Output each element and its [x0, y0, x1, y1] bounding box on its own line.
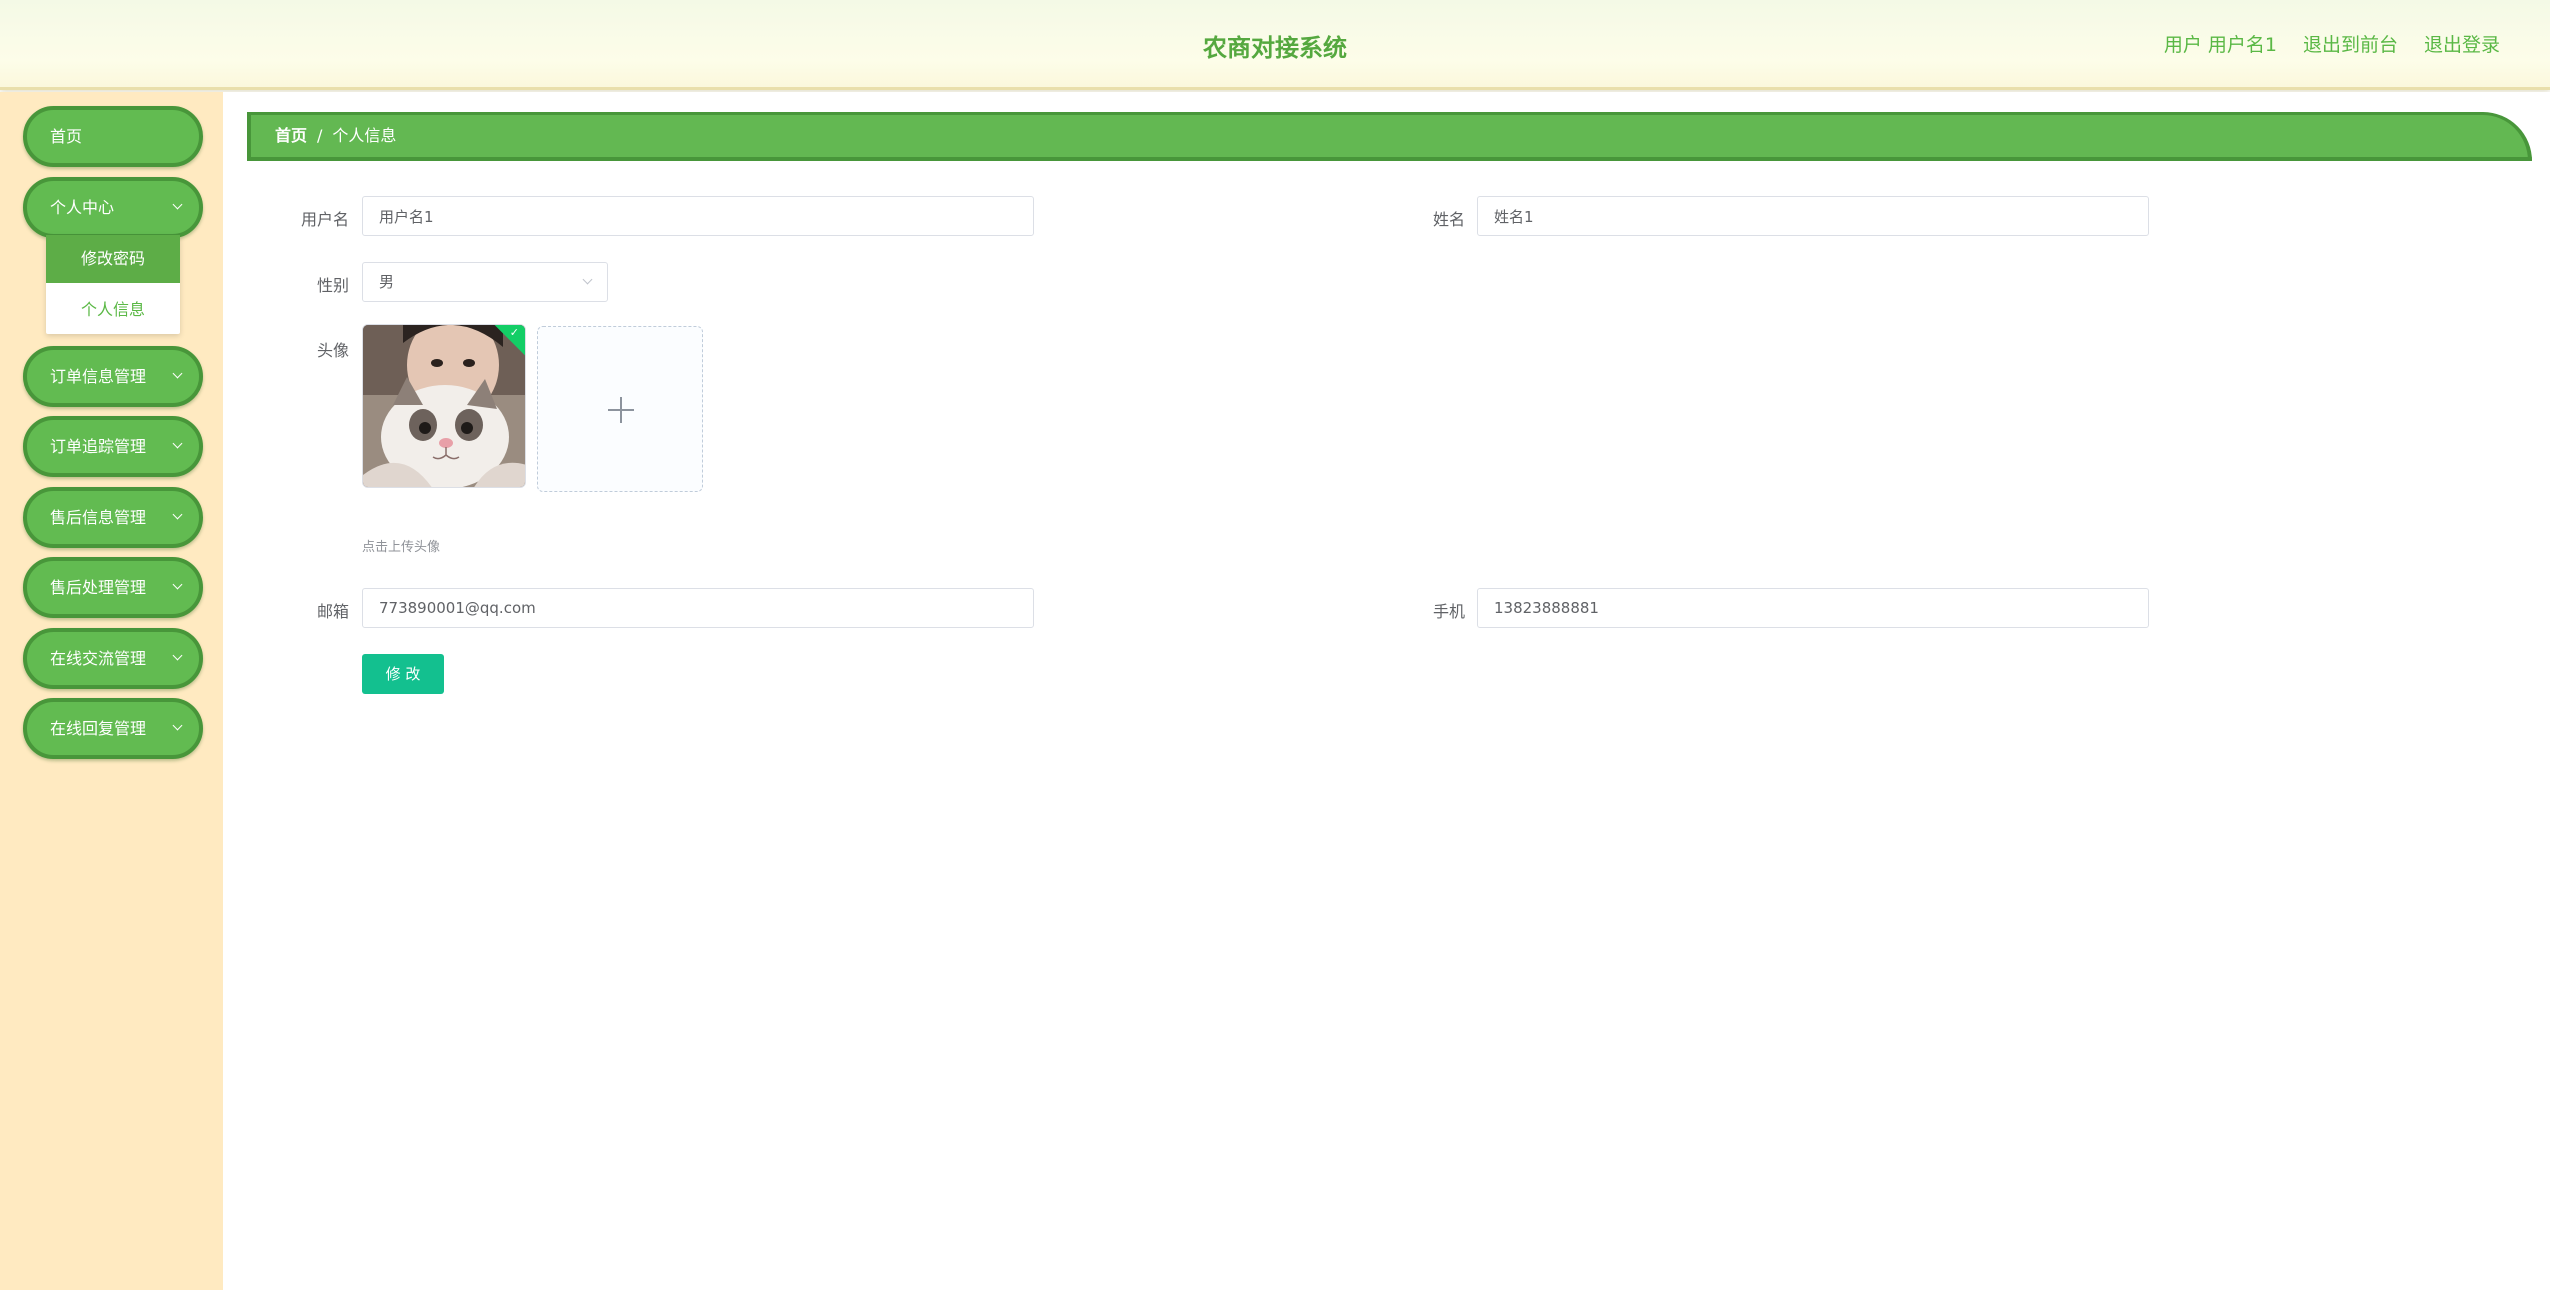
- sidebar-item-online-reply[interactable]: 在线回复管理: [23, 698, 203, 759]
- chevron-down-icon: [172, 650, 183, 661]
- sidebar-item-personal-center[interactable]: 个人中心: [23, 177, 203, 238]
- gender-select[interactable]: 男: [362, 262, 608, 302]
- name-label: 姓名: [1432, 210, 1465, 229]
- sidebar-item-home[interactable]: 首页: [23, 106, 203, 167]
- sidebar-item-order-info[interactable]: 订单信息管理: [23, 346, 203, 407]
- username-field[interactable]: [362, 196, 1034, 236]
- sidebar-item-after-sales-handling[interactable]: 售后处理管理: [23, 557, 203, 618]
- breadcrumb-separator: /: [317, 126, 323, 145]
- breadcrumb-home[interactable]: 首页: [275, 126, 307, 145]
- chevron-down-icon: [172, 579, 183, 590]
- breadcrumb-bar: 首页 / 个人信息: [247, 112, 2532, 161]
- check-icon: ✓: [509, 326, 519, 339]
- sidebar-item-label: 个人中心: [50, 198, 115, 217]
- sidebar-item-label: 在线回复管理: [50, 719, 147, 738]
- chevron-down-icon: [172, 438, 183, 449]
- avatar-thumbnail[interactable]: ✓: [362, 324, 526, 488]
- current-user-label: 用户 用户名1: [2163, 34, 2277, 56]
- logout-link[interactable]: 退出登录: [2424, 30, 2500, 57]
- sidebar-item-order-tracking[interactable]: 订单追踪管理: [23, 416, 203, 477]
- sidebar-item-online-chat[interactable]: 在线交流管理: [23, 628, 203, 689]
- top-header: 农商对接系统 用户 用户名1 退出到前台 退出登录: [0, 0, 2550, 90]
- submenu-item-change-password[interactable]: 修改密码: [46, 235, 180, 283]
- sidebar-item-label: 售后处理管理: [50, 578, 147, 597]
- avatar-upload-button[interactable]: [537, 326, 703, 492]
- sidebar-item-after-sales-info[interactable]: 售后信息管理: [23, 487, 203, 548]
- avatar-label: 头像: [316, 341, 349, 360]
- sidebar-item-label: 售后信息管理: [50, 508, 147, 527]
- chevron-down-icon: [172, 199, 183, 210]
- chevron-down-icon: [172, 368, 183, 379]
- phone-label: 手机: [1432, 602, 1465, 621]
- header-actions: 用户 用户名1 退出到前台 退出登录: [2164, 30, 2500, 57]
- sidebar-item-label: 订单信息管理: [50, 367, 147, 386]
- breadcrumb: 首页 / 个人信息: [275, 115, 396, 157]
- email-label: 邮箱: [316, 602, 349, 621]
- plus-icon: [620, 397, 622, 423]
- sidebar-item-label: 首页: [50, 127, 83, 146]
- submit-button[interactable]: 修 改: [362, 654, 444, 694]
- name-field[interactable]: [1477, 196, 2149, 236]
- email-field[interactable]: [362, 588, 1034, 628]
- sidebar-item-label: 在线交流管理: [50, 649, 147, 668]
- avatar-image: [363, 325, 525, 487]
- personal-center-submenu: 修改密码 个人信息: [46, 235, 180, 334]
- username-label: 用户名: [300, 210, 349, 229]
- submenu-item-personal-info[interactable]: 个人信息: [46, 286, 180, 334]
- chevron-down-icon: [172, 509, 183, 520]
- gender-selected-value: 男: [379, 273, 395, 291]
- gender-label: 性别: [316, 276, 349, 295]
- main-content: 首页 / 个人信息 用户名 姓名 性别 男 头像: [223, 92, 2550, 1290]
- chevron-down-icon: [582, 274, 593, 285]
- breadcrumb-current: 个人信息: [332, 126, 397, 145]
- sidebar-item-label: 订单追踪管理: [50, 437, 147, 456]
- sidebar: 首页 个人中心 修改密码 个人信息 订单信息管理 订单追踪管理 售后信息管理 售…: [0, 92, 223, 1290]
- avatar-upload-hint: 点击上传头像: [362, 540, 441, 555]
- phone-field[interactable]: [1477, 588, 2149, 628]
- chevron-down-icon: [172, 720, 183, 731]
- exit-to-frontend-link[interactable]: 退出到前台: [2303, 30, 2398, 57]
